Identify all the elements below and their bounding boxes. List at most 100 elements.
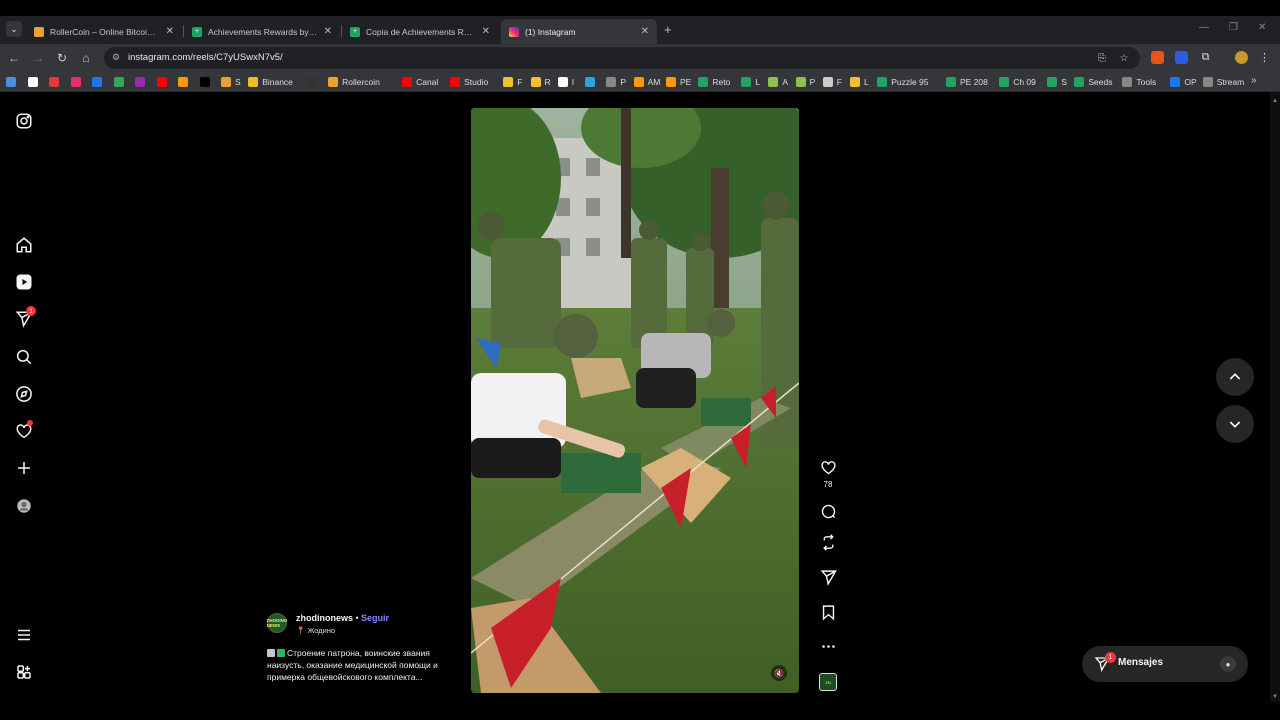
bookmark-item[interactable]: A xyxy=(768,75,788,89)
bookmark-item[interactable]: PE xyxy=(666,75,691,89)
extension-fox-icon[interactable] xyxy=(1151,51,1164,64)
tab-achievements[interactable]: + Achievements Rewards by Pierc ✕ xyxy=(184,19,340,44)
share-icon[interactable] xyxy=(819,568,837,586)
bookmark-item[interactable]: AM xyxy=(633,75,660,89)
bookmark-star-icon[interactable]: ☆ xyxy=(1118,52,1130,64)
reload-icon[interactable]: ↻ xyxy=(54,50,70,66)
scroll-up-arrow-icon[interactable]: ▲ xyxy=(1272,98,1278,104)
avatar[interactable]: ZHODINO NEWS xyxy=(267,613,287,633)
bookmark-item[interactable]: P xyxy=(795,75,815,89)
bookmark-item[interactable]: Canal xyxy=(402,75,438,89)
next-reel-button[interactable] xyxy=(1216,405,1254,443)
bookmark-item[interactable]: Puzzle 95 xyxy=(877,75,929,89)
profile-icon[interactable] xyxy=(1235,51,1248,64)
browser-menu-icon[interactable]: ⋮ xyxy=(1258,51,1271,64)
more-menu-icon[interactable] xyxy=(14,625,34,645)
tab-search-button[interactable]: ⌄ xyxy=(6,21,22,37)
tab-instagram[interactable]: (1) Instagram ✕ xyxy=(501,19,657,44)
back-arrow-icon[interactable]: ← xyxy=(6,50,22,66)
bookmark-item[interactable]: L xyxy=(741,75,760,89)
bookmark-item[interactable]: PE 208 xyxy=(946,75,988,89)
original-audio-thumbnail[interactable]: ZN xyxy=(819,673,837,691)
home-button-icon[interactable]: ⌂ xyxy=(78,50,94,66)
new-tab-button[interactable]: + xyxy=(664,22,672,37)
bookmark-item[interactable]: Stream xyxy=(1202,75,1244,89)
close-icon[interactable]: ✕ xyxy=(482,26,490,37)
bookmark-item[interactable]: S xyxy=(1047,75,1067,89)
bookmark-item[interactable] xyxy=(49,75,63,89)
notifications-heart-icon[interactable] xyxy=(14,420,34,441)
bookmark-item[interactable] xyxy=(156,75,171,89)
follow-button[interactable]: Seguir xyxy=(361,613,389,623)
bookmark-item[interactable]: Tools xyxy=(1122,75,1156,89)
bookmark-item[interactable] xyxy=(6,75,20,89)
bookmark-favicon-icon xyxy=(1122,77,1133,87)
bookmark-item[interactable] xyxy=(92,75,106,89)
username-text[interactable]: zhodinonews xyxy=(296,613,353,623)
save-bookmark-icon[interactable] xyxy=(819,603,837,621)
restore-icon[interactable]: ❐ xyxy=(1229,22,1238,33)
bookmark-item[interactable]: L xyxy=(850,75,869,89)
reel-video[interactable]: 🔇 xyxy=(471,108,799,693)
messages-floating-button[interactable]: 1 Mensajes ● xyxy=(1082,646,1248,682)
page-scrollbar[interactable] xyxy=(1270,92,1280,702)
scroll-down-arrow-icon[interactable]: ▼ xyxy=(1272,694,1278,700)
address-bar[interactable]: ⚙ instagram.com/reels/C7yUSwxN7v5/ ⎘ ☆ xyxy=(104,47,1140,69)
reels-icon[interactable] xyxy=(14,272,34,292)
like-heart-icon[interactable] xyxy=(819,458,837,476)
also-from-meta-icon[interactable] xyxy=(14,662,34,682)
bookmarks-overflow-icon[interactable]: » xyxy=(1251,75,1257,86)
minimize-icon[interactable]: — xyxy=(1199,22,1209,33)
bookmark-item[interactable]: Seeds xyxy=(1074,75,1113,89)
close-icon[interactable]: ✕ xyxy=(324,26,332,37)
bookmark-item[interactable] xyxy=(27,75,42,89)
bookmark-item[interactable]: P xyxy=(606,75,626,89)
username-link[interactable]: zhodinonews • xyxy=(296,613,359,623)
search-icon[interactable] xyxy=(14,347,34,367)
create-icon[interactable] xyxy=(14,458,34,478)
site-info-icon[interactable]: ⚙ xyxy=(112,52,122,62)
tab-rollercoin[interactable]: RollerCoin – Online Bitcoin Min ✕ xyxy=(26,19,182,44)
bookmark-item[interactable] xyxy=(306,75,321,89)
extensions-puzzle-icon[interactable]: ⧉ xyxy=(1199,51,1212,64)
tab-title: Achievements Rewards by Pierc xyxy=(208,26,318,37)
close-icon[interactable]: ✕ xyxy=(641,26,649,37)
bookmark-item[interactable]: F xyxy=(503,75,523,89)
caption-text-container[interactable]: Строение патрона, воинские звания наизус… xyxy=(267,647,455,683)
bookmark-item[interactable] xyxy=(584,75,599,89)
location-text[interactable]: Жодино xyxy=(307,626,335,635)
location-link[interactable]: 📍 Жодино xyxy=(296,626,335,635)
bookmark-item[interactable] xyxy=(199,75,214,89)
bookmark-item[interactable]: Reto xyxy=(698,75,730,89)
extension-shield-icon[interactable] xyxy=(1175,51,1188,64)
profile-avatar-icon[interactable] xyxy=(14,496,34,516)
mute-toggle-icon[interactable]: 🔇 xyxy=(771,665,787,681)
url-text[interactable]: instagram.com/reels/C7yUSwxN7v5/ xyxy=(128,52,283,63)
install-app-icon[interactable]: ⎘ xyxy=(1096,52,1108,64)
bookmark-item[interactable]: Rollercoin xyxy=(328,75,380,89)
tab-copia-achievements[interactable]: + Copia de Achievements Reward ✕ xyxy=(342,19,498,44)
previous-reel-button[interactable] xyxy=(1216,358,1254,396)
bookmark-item[interactable]: R xyxy=(530,75,551,89)
forward-arrow-icon[interactable]: → xyxy=(30,50,46,66)
bookmark-item[interactable]: F xyxy=(822,75,842,89)
close-icon[interactable]: ✕ xyxy=(166,26,174,37)
bookmark-item[interactable]: Studio xyxy=(450,75,488,89)
remix-repost-icon[interactable] xyxy=(819,533,837,551)
window-close-icon[interactable]: ✕ xyxy=(1258,22,1266,33)
home-icon[interactable] xyxy=(14,235,34,255)
bookmark-item[interactable] xyxy=(70,75,85,89)
bookmark-item[interactable]: S xyxy=(221,75,241,89)
bookmark-item[interactable]: OP xyxy=(1170,75,1197,89)
bookmark-item[interactable]: Binance xyxy=(248,75,293,89)
bookmark-item[interactable]: I xyxy=(557,75,574,89)
bookmark-item[interactable]: Ch 09 xyxy=(999,75,1036,89)
explore-icon[interactable] xyxy=(14,384,34,404)
instagram-logo-icon[interactable] xyxy=(14,111,34,131)
bookmark-item[interactable] xyxy=(135,75,149,89)
comment-icon[interactable] xyxy=(819,502,837,520)
more-options-icon[interactable] xyxy=(819,637,837,655)
bookmark-item[interactable] xyxy=(113,75,128,89)
bookmark-item[interactable] xyxy=(178,75,192,89)
direct-icon[interactable]: 1 xyxy=(14,306,36,329)
